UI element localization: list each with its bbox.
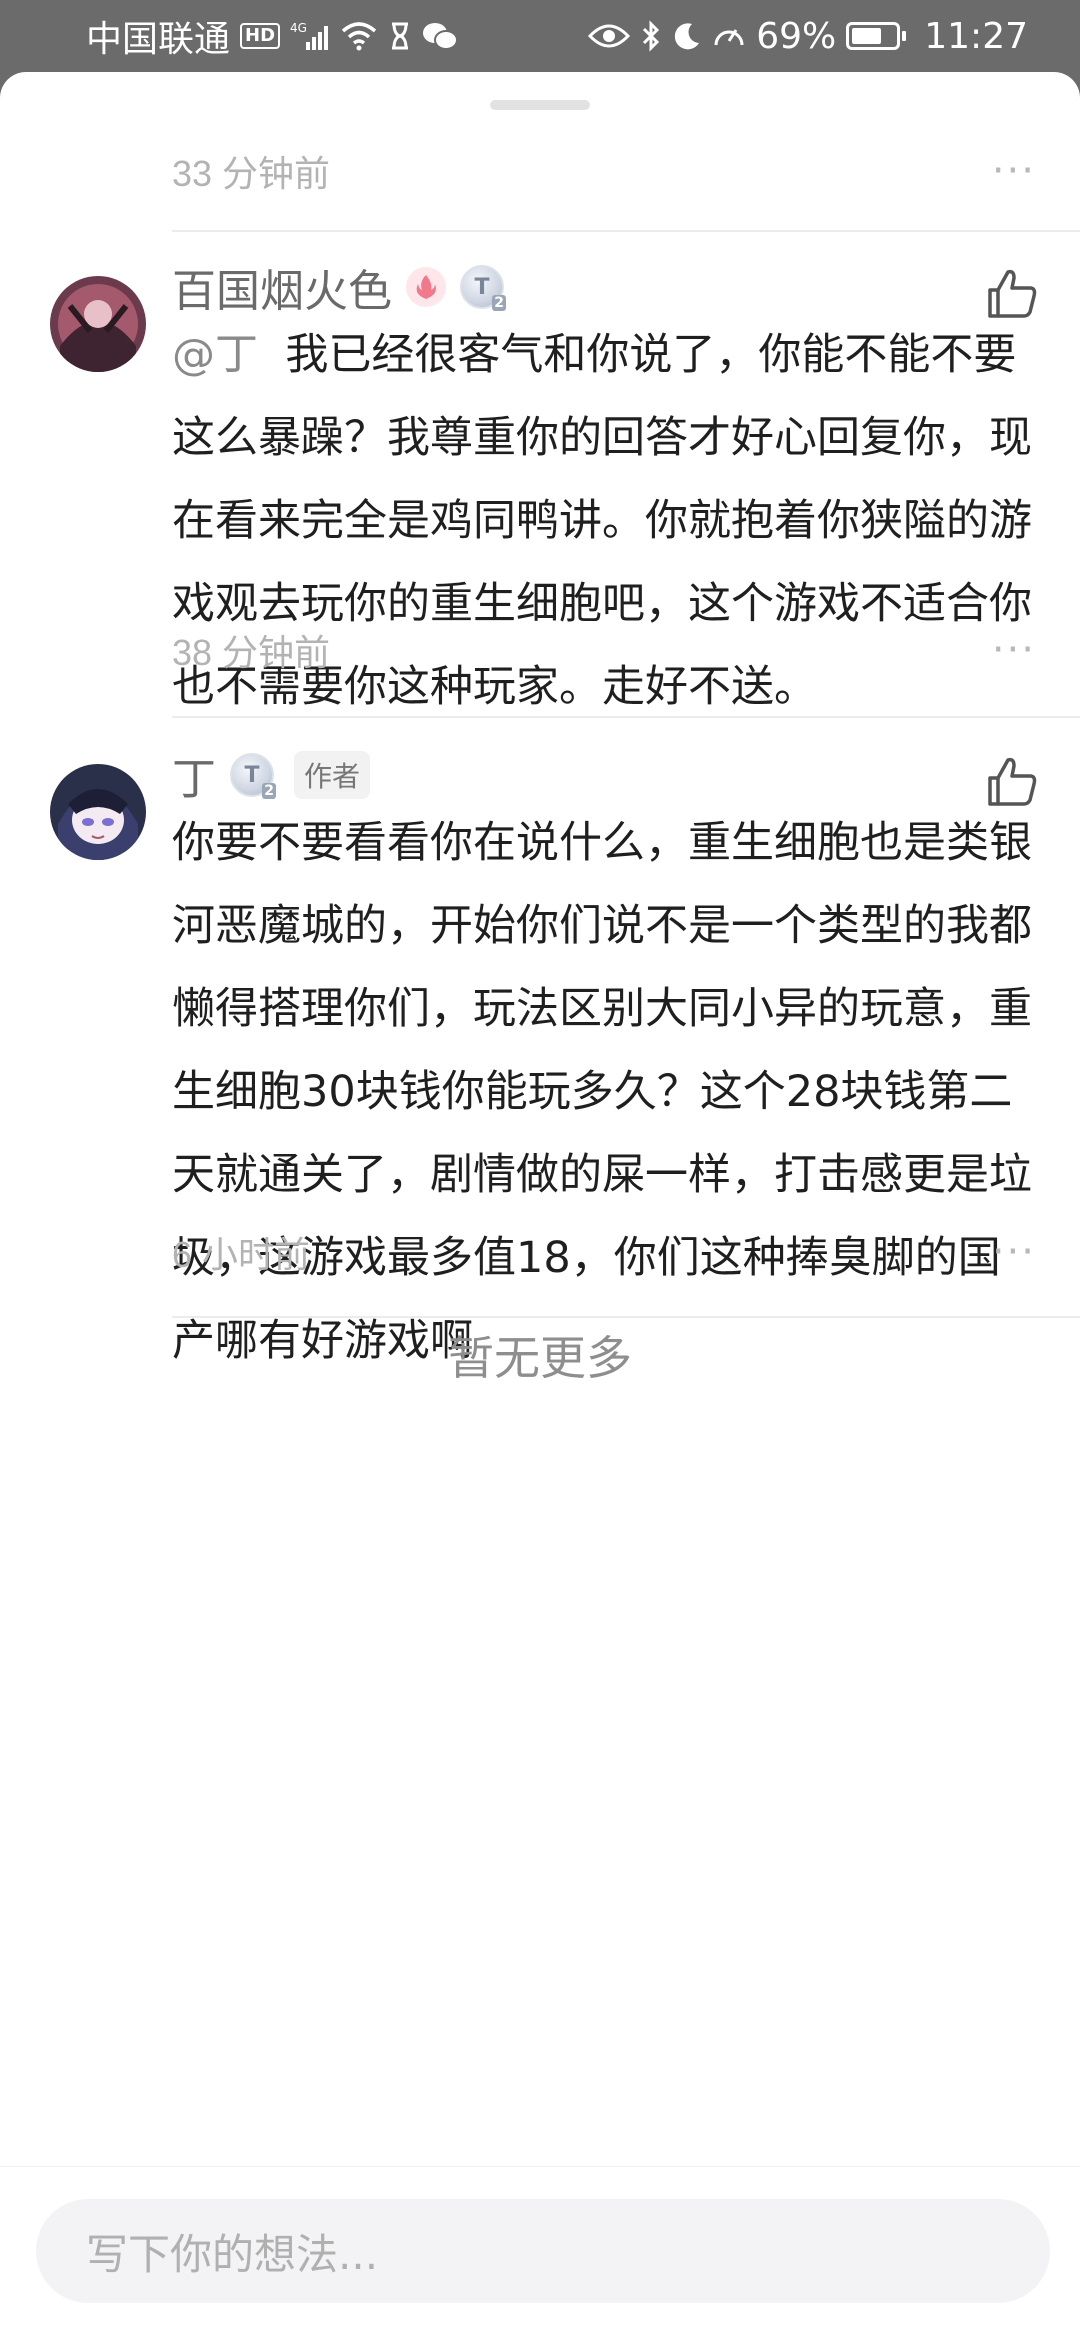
wifi-icon (340, 21, 378, 51)
hd-badge: HD (240, 23, 281, 49)
comment-header: 百国烟火色 T2 (172, 252, 506, 322)
divider (172, 1316, 1080, 1318)
comment-meta: 6 小时前 ··· (172, 1227, 1036, 1277)
comment-header: 丁 T2 作者 (172, 740, 371, 810)
carrier-label: 中国联通 (86, 19, 231, 60)
network-label: 4G (290, 21, 307, 35)
flame-badge-icon (406, 267, 446, 307)
comment-sheet: 33 分钟前 ··· 百国烟火色 T2 @丁 我已经很客气和你说了，你能不能不要… (0, 72, 1080, 2340)
comment-body: 你要不要看看你在说什么，重生细胞也是类银河恶魔城的，开始你们说不是一个类型的我都… (172, 802, 1032, 1383)
level-letter: T (244, 762, 260, 788)
level-letter: T (474, 274, 490, 300)
username[interactable]: 丁 (172, 743, 216, 807)
battery-icon (846, 22, 907, 50)
level-badge-icon: T2 (230, 753, 276, 799)
more-options-button[interactable]: ··· (992, 151, 1036, 191)
eye-icon (588, 21, 631, 51)
speed-icon (712, 21, 746, 51)
more-options-button[interactable]: ··· (992, 1232, 1036, 1272)
hourglass-icon (388, 21, 412, 51)
level-sub: 2 (262, 783, 276, 799)
drag-handle[interactable] (490, 100, 590, 110)
comment-composer: 写下你的想法... (0, 2166, 1080, 2341)
bluetooth-icon (640, 20, 662, 52)
username[interactable]: 百国烟火色 (172, 255, 392, 319)
mention-link[interactable]: @丁 (172, 330, 258, 380)
more-options-button[interactable]: ··· (992, 630, 1036, 670)
level-badge-icon: T2 (460, 265, 506, 311)
comment-time: 33 分钟前 (172, 153, 331, 194)
divider (172, 230, 1080, 232)
comment-meta: 33 分钟前 ··· (172, 146, 1036, 196)
moon-icon (672, 21, 702, 51)
no-more-label: 暂无更多 (448, 1331, 632, 1385)
status-bar: 中国联通 HD 4G 69% 11:27 (0, 0, 1080, 72)
level-sub: 2 (492, 295, 506, 311)
battery-percent: 69% (756, 15, 837, 57)
comment-text: 你要不要看看你在说什么，重生细胞也是类银河恶魔城的，开始你们说不是一个类型的我都… (172, 818, 1032, 1366)
clock: 11:27 (924, 15, 1028, 57)
wechat-icon (422, 21, 459, 51)
avatar[interactable] (50, 276, 146, 372)
comment-time: 38 分钟前 (172, 632, 331, 673)
avatar[interactable] (50, 764, 146, 860)
author-tag: 作者 (294, 751, 371, 799)
divider (172, 716, 1080, 718)
comment-time: 6 小时前 (172, 1234, 311, 1275)
comment-input-placeholder: 写下你的想法... (86, 2229, 379, 2279)
signal-icon: 4G (290, 20, 330, 52)
comment-meta: 38 分钟前 ··· (172, 625, 1036, 675)
comment-input[interactable]: 写下你的想法... (36, 2199, 1050, 2303)
